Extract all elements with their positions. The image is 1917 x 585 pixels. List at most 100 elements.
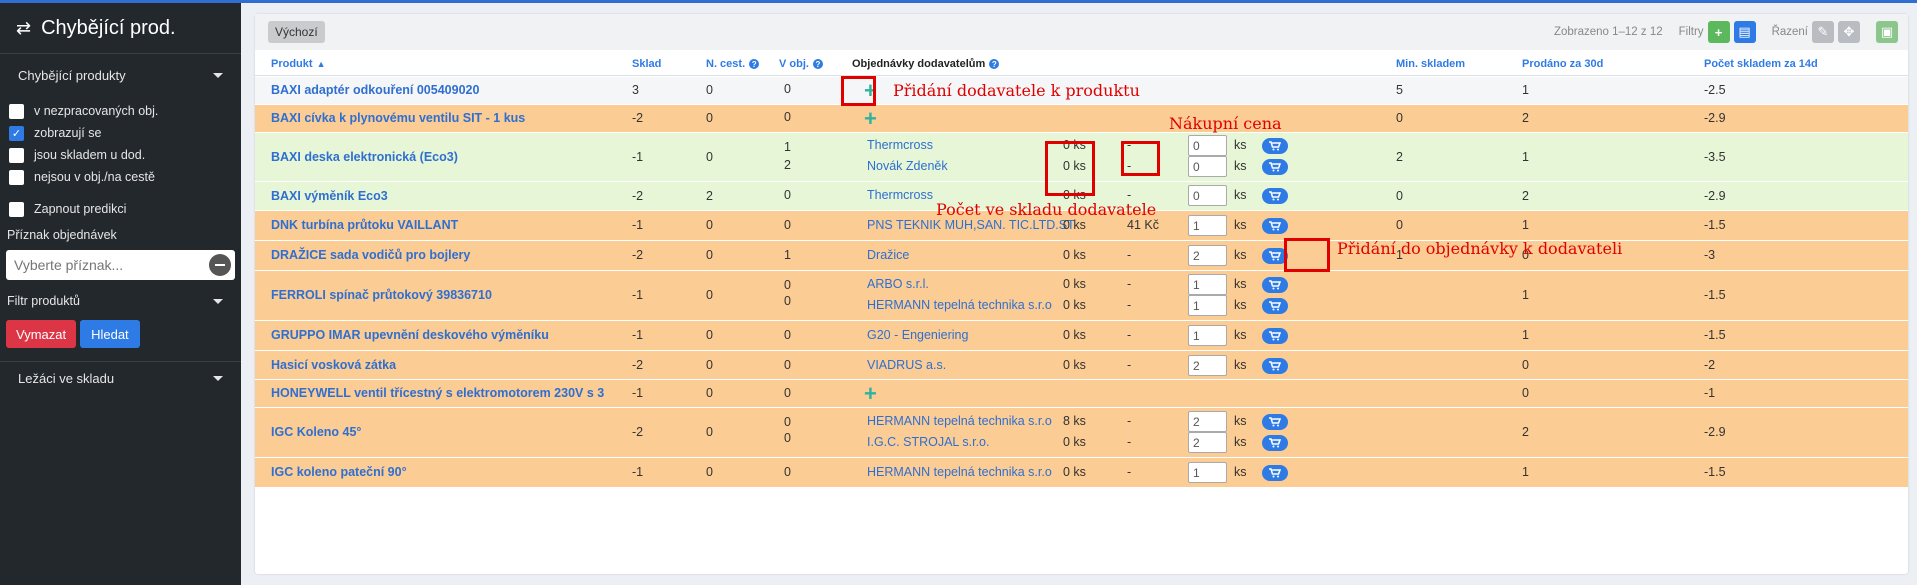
clear-flag-icon[interactable] xyxy=(209,254,231,276)
order-qty-input[interactable]: 1 xyxy=(1188,295,1227,316)
order-flag-input[interactable] xyxy=(6,250,209,280)
help-icon[interactable]: ? xyxy=(749,59,760,69)
product-name-link[interactable]: GRUPPO IMAR upevnění deskového výměníku xyxy=(271,328,549,342)
order-flag-select[interactable] xyxy=(6,250,235,280)
table-row: GRUPPO IMAR upevnění deskového výměníku -… xyxy=(255,321,1908,351)
product-filter-toggle[interactable]: Filtr produktů xyxy=(0,284,241,318)
col-stock[interactable]: Sklad xyxy=(632,58,661,70)
product-name-link[interactable]: HONEYWELL ventil třícestný s elektromoto… xyxy=(271,386,604,400)
supplier-name-link[interactable]: G20 - Engeniering xyxy=(867,328,968,342)
supplier-name-link[interactable]: Novák Zdeněk xyxy=(867,159,948,173)
product-name-link[interactable]: BAXI deska elektronická (Eco3) xyxy=(271,150,458,164)
add-to-order-cart-icon[interactable] xyxy=(1262,138,1288,154)
preset-default-tag[interactable]: Výchozí xyxy=(268,21,325,43)
clear-button[interactable]: Vymazat xyxy=(6,320,77,348)
supplier-name-link[interactable]: Dražice xyxy=(867,248,909,262)
add-to-order-cart-icon[interactable] xyxy=(1262,277,1288,293)
supplier-name-link[interactable]: Thermcross xyxy=(867,188,933,202)
add-to-order-cart-icon[interactable] xyxy=(1262,328,1288,344)
checkbox-label: nejsou v obj./na cestě xyxy=(34,170,155,184)
in-order-value: 0 xyxy=(784,415,791,429)
sidebar-header[interactable]: ⇄ Chybějící prod. xyxy=(0,3,241,53)
order-qty-input[interactable]: 1 xyxy=(1188,274,1227,295)
order-qty-input[interactable]: 2 xyxy=(1188,411,1227,432)
col-product[interactable]: Produkt ▲ xyxy=(271,58,325,70)
product-name-link[interactable]: BAXI adaptér odkouření 005409020 xyxy=(271,83,479,97)
add-supplier-plus-icon[interactable]: + xyxy=(864,108,877,130)
search-button[interactable]: Hledat xyxy=(80,320,140,348)
move-icon[interactable]: ✥ xyxy=(1838,21,1860,43)
col-in-order[interactable]: V obj.? xyxy=(779,58,823,70)
pin-icon[interactable]: ✎ xyxy=(1812,21,1834,43)
add-to-order-cart-icon[interactable] xyxy=(1262,358,1288,374)
order-qty-input[interactable]: 1 xyxy=(1188,215,1227,236)
order-qty-input[interactable]: 0 xyxy=(1188,135,1227,156)
add-to-order-cart-icon[interactable] xyxy=(1262,188,1288,204)
table-view-icon[interactable]: ▤ xyxy=(1733,21,1756,43)
checkbox-label: jsou skladem u dod. xyxy=(34,148,146,162)
supplier-name-link[interactable]: HERMANN tepelná technika s.r.o xyxy=(867,414,1052,428)
order-qty-input[interactable]: 1 xyxy=(1188,462,1227,483)
add-filter-icon[interactable]: + xyxy=(1707,21,1730,43)
order-qty-input[interactable]: 0 xyxy=(1188,156,1227,177)
order-qty-input[interactable]: 0 xyxy=(1188,185,1227,206)
product-name-link[interactable]: DRAŽICE sada vodičů pro bojlery xyxy=(271,248,470,262)
col-sold-30d[interactable]: Prodáno za 30d xyxy=(1522,58,1603,70)
product-name-link[interactable]: BAXI výměník Eco3 xyxy=(271,189,388,203)
filter-not-ordered[interactable]: nejsou v obj./na cestě xyxy=(0,166,241,188)
supplier-name-link[interactable]: HERMANN tepelná technika s.r.o xyxy=(867,465,1052,479)
export-excel-icon[interactable]: ▣ xyxy=(1876,21,1898,43)
main-panel: Výchozí Zobrazeno 1–12 z 12 Filtry + ▤ Ř… xyxy=(255,14,1908,574)
add-to-order-cart-icon[interactable] xyxy=(1262,435,1288,451)
checkbox[interactable] xyxy=(9,147,24,163)
purchase-price: - xyxy=(1127,298,1132,312)
stock-value: -2 xyxy=(632,248,644,262)
add-to-order-cart-icon[interactable] xyxy=(1262,414,1288,430)
section-missing-products[interactable]: Chybějící produkty xyxy=(0,54,241,96)
toggle-prediction[interactable]: Zapnout predikci xyxy=(0,198,241,220)
col-in-transit[interactable]: N. cest.? xyxy=(706,58,760,70)
supplier-name-link[interactable]: VIADRUS a.s. xyxy=(867,358,946,372)
help-icon[interactable]: ? xyxy=(812,59,823,69)
filter-shown[interactable]: ✓ zobrazují se xyxy=(0,122,241,144)
checkbox[interactable] xyxy=(9,201,24,217)
add-to-order-cart-icon[interactable] xyxy=(1262,218,1288,234)
add-supplier-plus-icon[interactable]: + xyxy=(864,383,877,405)
product-name-link[interactable]: BAXI cívka k plynovému ventilu SIT - 1 k… xyxy=(271,111,525,125)
unit-label: ks xyxy=(1234,218,1247,232)
order-qty-input[interactable]: 2 xyxy=(1188,245,1227,266)
checkbox-label: Zapnout predikci xyxy=(34,202,127,216)
add-to-order-cart-icon[interactable] xyxy=(1262,465,1288,481)
col-min-stock[interactable]: Min. skladem xyxy=(1396,58,1465,70)
supplier-name-link[interactable]: I.G.C. STROJAL s.r.o. xyxy=(867,435,989,449)
filter-unprocessed-orders[interactable]: v nezpracovaných obj. xyxy=(0,100,241,122)
product-name-link[interactable]: IGC Koleno 45° xyxy=(271,425,361,439)
section-slow-moving[interactable]: Ležáci ve skladu xyxy=(0,362,241,394)
order-qty-input[interactable]: 1 xyxy=(1188,325,1227,346)
col-stock-14d[interactable]: Počet skladem za 14d xyxy=(1704,58,1818,70)
supplier-name-link[interactable]: PNS TEKNIK MUH,SAN. TIC.LTD.ST xyxy=(867,218,1075,232)
add-to-order-cart-icon[interactable] xyxy=(1262,298,1288,314)
order-qty-input[interactable]: 2 xyxy=(1188,355,1227,376)
sold-30d-value: 2 xyxy=(1522,188,1529,203)
in-order-value: 0 xyxy=(784,358,791,372)
in-order-value: 0 xyxy=(784,82,791,96)
table-row: IGC koleno pateční 90° -1 0 0 HERMANN tepeln… xyxy=(255,458,1908,488)
product-name-link[interactable]: FERROLI spínač průtokový 39836710 xyxy=(271,288,492,302)
stock-value: -2 xyxy=(632,357,644,372)
supplier-name-link[interactable]: Thermcross xyxy=(867,138,933,152)
checkbox[interactable] xyxy=(9,103,24,119)
order-qty-input[interactable]: 2 xyxy=(1188,432,1227,453)
product-name-link[interactable]: DNK turbína průtoku VAILLANT xyxy=(271,218,458,232)
checkbox[interactable] xyxy=(9,169,24,185)
filter-in-supplier-stock[interactable]: jsou skladem u dod. xyxy=(0,144,241,166)
supplier-name-link[interactable]: HERMANN tepelná technika s.r.o xyxy=(867,298,1052,312)
add-to-order-cart-icon[interactable] xyxy=(1262,159,1288,175)
help-icon[interactable]: ? xyxy=(989,59,1000,69)
in-order-value: 0 xyxy=(784,386,791,400)
product-name-link[interactable]: Hasicí vosková zátka xyxy=(271,358,396,372)
table-row: HONEYWELL ventil třícestný s elektromoto… xyxy=(255,380,1908,408)
product-name-link[interactable]: IGC koleno pateční 90° xyxy=(271,465,407,479)
supplier-name-link[interactable]: ARBO s.r.l. xyxy=(867,277,929,291)
checkbox-checked[interactable]: ✓ xyxy=(9,125,24,141)
